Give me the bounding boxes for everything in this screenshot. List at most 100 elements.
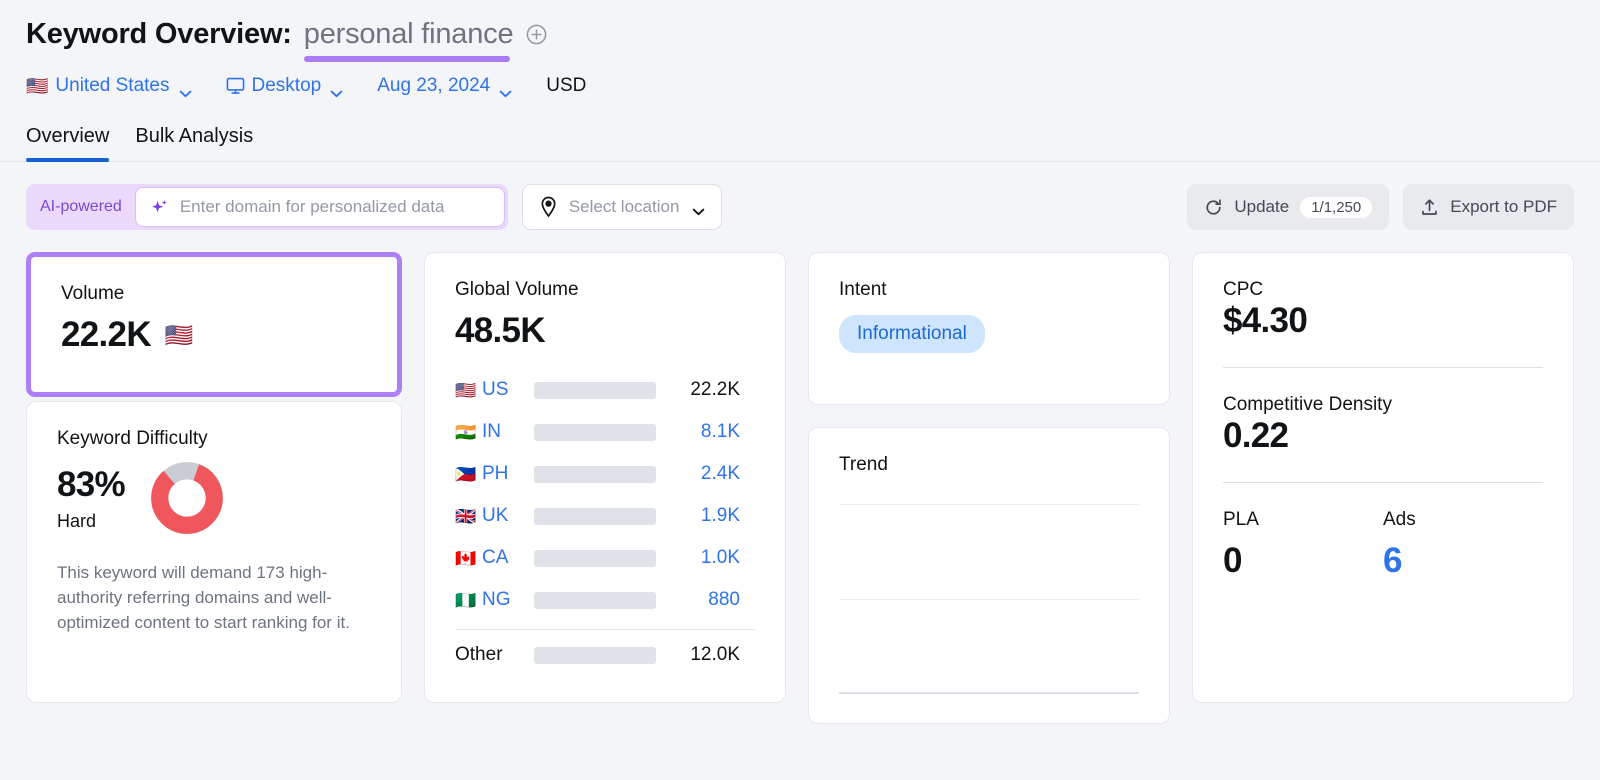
country-row[interactable]: 🇵🇭PH 2.4K	[455, 453, 755, 495]
pla-value: 0	[1223, 541, 1383, 581]
update-button[interactable]: Update 1/1,250	[1187, 184, 1389, 230]
country-flag-icon: 🇨🇦	[455, 550, 482, 567]
kd-rating: Hard	[57, 511, 125, 532]
cpc-divider-1	[1223, 367, 1543, 368]
pla-ads-row: PLA 0 Ads 6	[1223, 509, 1543, 581]
country-flag-icon: 🇵🇭	[455, 466, 482, 483]
other-label: Other	[455, 644, 534, 666]
upload-icon	[1420, 198, 1439, 217]
export-pdf-button[interactable]: Export to PDF	[1403, 184, 1574, 230]
country-code[interactable]: CA	[482, 547, 534, 569]
trend-baseline	[839, 692, 1139, 694]
tab-overview[interactable]: Overview	[26, 125, 109, 161]
intent-chip[interactable]: Informational	[839, 315, 985, 353]
volume-label: Volume	[61, 283, 367, 305]
domain-input[interactable]	[180, 197, 490, 217]
page-header: Keyword Overview: personal finance 🇺🇸 Un…	[0, 0, 1600, 97]
trend-chart	[839, 504, 1139, 694]
country-bar-track	[534, 382, 656, 399]
country-bar-track	[534, 508, 656, 525]
country-flag-icon: 🇮🇳	[455, 424, 482, 441]
column-cpc: CPC $4.30 Competitive Density 0.22 PLA 0…	[1192, 252, 1574, 703]
country-code[interactable]: US	[482, 379, 534, 401]
currency-text: USD	[546, 75, 586, 97]
title-row: Keyword Overview: personal finance	[26, 18, 1600, 51]
kd-value-row: 83% Hard	[57, 462, 371, 534]
volume-value: 22.2K	[61, 315, 151, 355]
country-row-other: Other12.0K	[455, 634, 755, 676]
ai-powered-badge: AI-powered	[40, 198, 135, 216]
cpc-label: CPC	[1223, 279, 1543, 301]
country-bar-track	[534, 592, 656, 609]
plus-circle-icon[interactable]	[525, 23, 548, 46]
date-selector[interactable]: Aug 23, 2024	[377, 75, 512, 97]
export-label: Export to PDF	[1450, 197, 1557, 217]
other-bar-track	[534, 647, 656, 664]
competitive-density-label: Competitive Density	[1223, 394, 1543, 416]
country-bar-track	[534, 466, 656, 483]
country-flag-icon: 🇺🇸	[455, 382, 482, 399]
global-volume-card: Global Volume 48.5K 🇺🇸US22.2K🇮🇳IN8.1K🇵🇭P…	[424, 252, 786, 703]
ads-block: Ads 6	[1383, 509, 1543, 581]
ai-domain-group: AI-powered	[26, 184, 508, 230]
keyword-term: personal finance	[304, 18, 514, 51]
country-volume[interactable]: 1.0K	[656, 547, 740, 569]
update-label: Update	[1234, 197, 1289, 217]
location-selector[interactable]: Select location	[522, 184, 723, 230]
country-volume[interactable]: 2.4K	[656, 463, 740, 485]
trend-bars	[839, 504, 1139, 692]
toolbar: AI-powered Select location	[26, 184, 1574, 230]
pla-block: PLA 0	[1223, 509, 1383, 581]
page-title: Keyword Overview:	[26, 18, 292, 51]
volume-flag-icon: 🇺🇸	[165, 324, 194, 347]
currency-label: USD	[546, 75, 586, 97]
country-code[interactable]: IN	[482, 421, 534, 443]
chevron-down-icon	[330, 82, 343, 90]
ads-value[interactable]: 6	[1383, 541, 1543, 581]
country-row[interactable]: 🇳🇬NG 880	[455, 579, 755, 621]
volume-card: Volume 22.2K 🇺🇸	[26, 252, 402, 397]
keyword-term-wrap: personal finance	[304, 18, 549, 51]
country-bar-track	[534, 424, 656, 441]
column-global-volume: Global Volume 48.5K 🇺🇸US22.2K🇮🇳IN8.1K🇵🇭P…	[424, 252, 786, 703]
country-flag-icon: 🇳🇬	[455, 592, 482, 609]
country-volume[interactable]: 22.2K	[656, 379, 740, 401]
map-pin-icon	[539, 196, 558, 218]
country-code[interactable]: UK	[482, 505, 534, 527]
country-selector[interactable]: 🇺🇸 United States	[26, 75, 192, 97]
country-bar-track	[534, 550, 656, 567]
country-volume[interactable]: 1.9K	[656, 505, 740, 527]
country-code[interactable]: PH	[482, 463, 534, 485]
country-label: United States	[55, 75, 169, 97]
keyword-underline	[304, 56, 511, 62]
chevron-down-icon	[179, 82, 192, 90]
competitive-density-block: Competitive Density 0.22	[1223, 394, 1543, 456]
column-volume-kd: Volume 22.2K 🇺🇸 Keyword Difficulty 83% H…	[26, 252, 402, 703]
location-placeholder: Select location	[569, 197, 680, 217]
date-label: Aug 23, 2024	[377, 75, 490, 97]
country-volume[interactable]: 8.1K	[656, 421, 740, 443]
country-row[interactable]: 🇮🇳IN 8.1K	[455, 411, 755, 453]
chevron-down-icon	[499, 82, 512, 90]
country-row[interactable]: 🇺🇸US 22.2K	[455, 369, 755, 411]
country-row[interactable]: 🇬🇧UK 1.9K	[455, 495, 755, 537]
metrics-grid: Volume 22.2K 🇺🇸 Keyword Difficulty 83% H…	[26, 252, 1574, 724]
country-row[interactable]: 🇨🇦CA 1.0K	[455, 537, 755, 579]
kd-text-block: 83% Hard	[57, 465, 125, 532]
tab-bulk-analysis[interactable]: Bulk Analysis	[135, 125, 253, 161]
sparkle-icon	[150, 198, 169, 217]
column-intent-trend: Intent Informational Trend	[808, 252, 1170, 724]
cpc-divider-2	[1223, 482, 1543, 483]
update-count-badge: 1/1,250	[1300, 197, 1372, 218]
kd-percent: 83%	[57, 465, 125, 505]
country-code[interactable]: NG	[482, 589, 534, 611]
device-selector[interactable]: Desktop	[226, 75, 344, 97]
country-volume[interactable]: 880	[656, 589, 740, 611]
pla-label: PLA	[1223, 509, 1383, 531]
domain-input-wrapper[interactable]	[135, 187, 505, 227]
country-flag-icon: 🇬🇧	[455, 508, 482, 525]
country-list: 🇺🇸US 22.2K 🇮🇳IN 8.1K 🇵🇭PH 2.4K 🇬🇧UK 1.9K 🇨🇦CA 1.0…	[455, 369, 755, 676]
country-list-divider	[455, 629, 755, 630]
monitor-icon	[226, 77, 245, 95]
cpc-value: $4.30	[1223, 301, 1543, 341]
